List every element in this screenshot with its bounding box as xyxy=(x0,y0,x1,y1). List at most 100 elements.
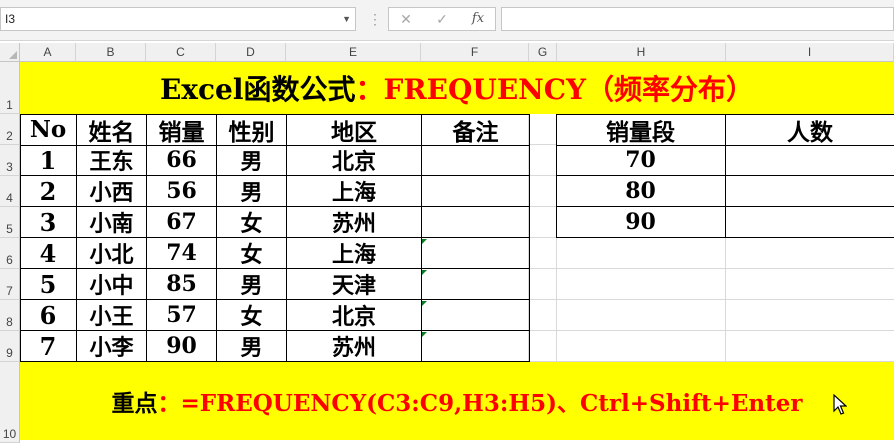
cell-gender[interactable]: 男 xyxy=(217,145,287,176)
cell-name[interactable]: 王东 xyxy=(77,145,147,176)
cell-name[interactable]: 小王 xyxy=(77,300,147,331)
cell-sales[interactable]: 67 xyxy=(147,207,217,238)
header-cell-name[interactable]: 姓名 xyxy=(77,114,147,146)
column-header-b[interactable]: B xyxy=(76,43,146,62)
row-header-3[interactable]: 3 xyxy=(0,145,20,176)
column-header-g[interactable]: G xyxy=(529,43,557,62)
cell-sales[interactable]: 66 xyxy=(147,145,217,176)
header-cell-sales[interactable]: 销量 xyxy=(147,114,217,146)
cell-count[interactable] xyxy=(726,145,894,176)
name-box-value: I3 xyxy=(5,12,16,26)
green-triangle-icon xyxy=(422,239,427,244)
cell-sales-band[interactable]: 70 xyxy=(556,145,726,176)
cell-sales-band[interactable]: 90 xyxy=(556,207,726,238)
row-header-2[interactable]: 2 xyxy=(0,114,20,145)
cell-gender[interactable]: 男 xyxy=(217,269,287,300)
row-header-1[interactable]: 1 xyxy=(0,62,20,114)
cell-gender[interactable]: 男 xyxy=(217,176,287,207)
drag-handle-icon[interactable]: ⋮ xyxy=(368,9,382,29)
column-header-e[interactable]: E xyxy=(286,43,421,62)
cell-gender[interactable]: 女 xyxy=(217,207,287,238)
green-triangle-icon xyxy=(422,332,427,337)
column-header-i[interactable]: I xyxy=(726,43,894,62)
cell-name[interactable]: 小南 xyxy=(77,207,147,238)
gridline xyxy=(529,330,894,331)
row-header-8[interactable]: 8 xyxy=(0,300,20,331)
gridline xyxy=(529,299,894,300)
column-header-c[interactable]: C xyxy=(146,43,216,62)
cell-name[interactable]: 小西 xyxy=(77,176,147,207)
formula-toolbar: I3 ▼ ⋮ ✕ ✓ fx xyxy=(0,0,894,41)
header-count[interactable]: 人数 xyxy=(726,114,894,146)
cell-sales[interactable]: 90 xyxy=(147,331,217,362)
cell-note[interactable] xyxy=(422,269,530,300)
green-triangle-icon xyxy=(422,301,427,306)
cell-region[interactable]: 苏州 xyxy=(287,207,422,238)
note-text-black: 重点 xyxy=(111,390,158,417)
cell-sales[interactable]: 85 xyxy=(147,269,217,300)
title-banner[interactable]: Excel函数公式 ：FREQUENCY（频率分布） xyxy=(20,62,894,114)
cell-sales-band[interactable]: 80 xyxy=(556,176,726,207)
cell-no[interactable]: 7 xyxy=(20,331,77,362)
cell-sales[interactable]: 56 xyxy=(147,176,217,207)
header-cell-no[interactable]: No xyxy=(20,114,77,146)
cell-note[interactable] xyxy=(422,207,530,238)
row-header-4[interactable]: 4 xyxy=(0,176,20,207)
cell-no[interactable]: 2 xyxy=(20,176,77,207)
column-header-a[interactable]: A xyxy=(20,43,76,62)
cell-sales[interactable]: 74 xyxy=(147,238,217,269)
cell-name[interactable]: 小北 xyxy=(77,238,147,269)
cell-count[interactable] xyxy=(726,176,894,207)
name-box[interactable]: I3 ▼ xyxy=(0,7,356,31)
cell-region[interactable]: 北京 xyxy=(287,145,422,176)
title-text-red: ：FREQUENCY（频率分布） xyxy=(355,73,755,106)
cell-no[interactable]: 4 xyxy=(20,238,77,269)
cell-region[interactable]: 上海 xyxy=(287,238,422,269)
row-header-6[interactable]: 6 xyxy=(0,238,20,269)
cell-region[interactable]: 天津 xyxy=(287,269,422,300)
row-header-10[interactable]: 10 xyxy=(0,362,20,443)
note-banner[interactable]: 重点 ：=FREQUENCY(C3:C9,H3:H5)、Ctrl+Shift+En… xyxy=(20,362,894,440)
cell-note[interactable] xyxy=(422,145,530,176)
formula-buttons: ✕ ✓ fx xyxy=(388,7,496,31)
row-header-9[interactable]: 9 xyxy=(0,331,20,362)
mouse-pointer-icon xyxy=(833,394,847,415)
select-all-button[interactable] xyxy=(0,43,20,62)
insert-function-icon[interactable]: fx xyxy=(463,8,493,30)
header-cell-note[interactable]: 备注 xyxy=(422,114,530,146)
header-sales-band[interactable]: 销量段 xyxy=(556,114,726,146)
cell-note[interactable] xyxy=(422,238,530,269)
cell-region[interactable]: 上海 xyxy=(287,176,422,207)
cell-no[interactable]: 6 xyxy=(20,300,77,331)
title-text-black: Excel函数公式 xyxy=(159,73,356,106)
cell-no[interactable]: 1 xyxy=(20,145,77,176)
cell-region[interactable]: 苏州 xyxy=(287,331,422,362)
cell-gender[interactable]: 男 xyxy=(217,331,287,362)
sales-table: No 姓名 销量 性别 地区 备注 1 王东 66 男北京 2 小西 56 男上海 3 小南 67 女苏州 4 小北 7… xyxy=(20,114,530,362)
cell-no[interactable]: 3 xyxy=(20,207,77,238)
column-header-f[interactable]: F xyxy=(421,43,529,62)
cell-sales[interactable]: 57 xyxy=(147,300,217,331)
header-cell-gender[interactable]: 性别 xyxy=(217,114,287,146)
enter-icon[interactable]: ✓ xyxy=(427,8,457,30)
cell-note[interactable] xyxy=(422,176,530,207)
column-header-h[interactable]: H xyxy=(557,43,726,62)
gridline xyxy=(529,144,557,145)
cell-count[interactable] xyxy=(726,207,894,238)
cell-gender[interactable]: 女 xyxy=(217,238,287,269)
row-header-7[interactable]: 7 xyxy=(0,269,20,300)
cell-no[interactable]: 5 xyxy=(20,269,77,300)
header-cell-region[interactable]: 地区 xyxy=(287,114,422,146)
formula-input[interactable] xyxy=(501,7,894,31)
cancel-icon[interactable]: ✕ xyxy=(391,8,421,30)
column-header-d[interactable]: D xyxy=(216,43,286,62)
chevron-down-icon[interactable]: ▼ xyxy=(342,8,351,30)
gridline xyxy=(529,268,894,269)
cell-name[interactable]: 小李 xyxy=(77,331,147,362)
cell-name[interactable]: 小中 xyxy=(77,269,147,300)
cell-gender[interactable]: 女 xyxy=(217,300,287,331)
cell-region[interactable]: 北京 xyxy=(287,300,422,331)
row-header-5[interactable]: 5 xyxy=(0,207,20,238)
cell-note[interactable] xyxy=(422,331,530,362)
cell-note[interactable] xyxy=(422,300,530,331)
